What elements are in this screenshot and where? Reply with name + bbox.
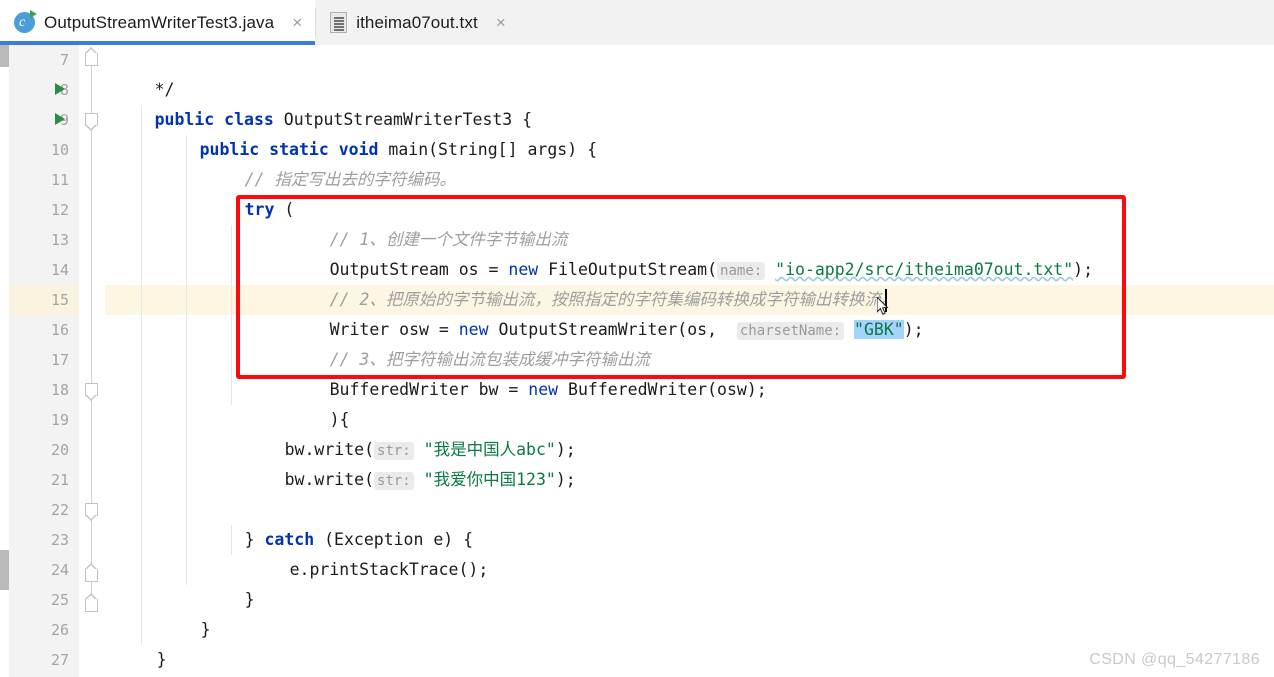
editor-tab-bar: OutputStreamWriterTest3.java × itheima07… xyxy=(0,0,1274,46)
run-gutter-arrow-line-9[interactable] xyxy=(55,113,65,125)
line-number: 13 xyxy=(50,231,69,249)
code-text-area[interactable]: */ public class OutputStreamWriterTest3 … xyxy=(105,45,1274,677)
line-number: 19 xyxy=(50,411,69,429)
line-number: 18 xyxy=(50,381,69,399)
fold-marker-line-24[interactable] xyxy=(85,563,98,582)
code-token: } xyxy=(156,650,167,669)
line-number: 7 xyxy=(59,51,69,69)
code-token: ); xyxy=(1073,260,1094,279)
java-class-icon xyxy=(14,10,37,33)
scroll-marker xyxy=(0,45,9,67)
code-token: BufferedWriter(osw); xyxy=(558,380,767,399)
line-number: 25 xyxy=(50,591,69,609)
line-number: 23 xyxy=(50,531,69,549)
line-number: 22 xyxy=(50,501,69,519)
tab-itheima07out-txt[interactable]: itheima07out.txt × xyxy=(316,0,519,45)
scroll-marker xyxy=(0,550,9,590)
line-number: 17 xyxy=(50,351,69,369)
fold-region-line xyxy=(91,121,92,561)
code-token-keyword: new xyxy=(528,380,559,399)
text-caret xyxy=(885,289,887,312)
line-number: 21 xyxy=(50,471,69,489)
selected-text[interactable]: "GBK" xyxy=(854,320,904,339)
line-number: 12 xyxy=(50,201,69,219)
line-number: 15 xyxy=(50,291,69,309)
parameter-hint-charset-name: charsetName: xyxy=(736,322,845,340)
tab-label: OutputStreamWriterTest3.java xyxy=(44,12,275,32)
watermark-text: CSDN @qq_54277186 xyxy=(1089,651,1260,668)
line-number: 10 xyxy=(50,141,69,159)
line-number: 27 xyxy=(50,651,69,669)
code-token: bw.write( xyxy=(284,470,375,489)
code-token: ); xyxy=(903,320,924,339)
line-number: 20 xyxy=(50,441,69,459)
tab-label: itheima07out.txt xyxy=(356,12,478,32)
code-editor[interactable]: 7 8 9 10 11 12 13 14 15 16 17 18 19 20 2… xyxy=(0,45,1274,677)
code-token: } xyxy=(244,590,255,609)
line-number-gutter: 7 8 9 10 11 12 13 14 15 16 17 18 19 20 2… xyxy=(9,45,79,677)
code-line-23: e.printStackTrace(); xyxy=(230,525,489,615)
line-number: 14 xyxy=(50,261,69,279)
line-number: 11 xyxy=(50,171,69,189)
line-number: 24 xyxy=(50,561,69,579)
fold-marker-line-18[interactable] xyxy=(85,383,98,401)
line-number: 16 xyxy=(50,321,69,339)
tab-close-icon[interactable]: × xyxy=(289,14,305,31)
parameter-hint-str: str: xyxy=(374,472,414,490)
code-token: BufferedWriter bw = xyxy=(329,380,529,399)
line-number: 26 xyxy=(50,621,69,639)
fold-marker-line-25[interactable] xyxy=(85,593,98,612)
fold-marker-line-22[interactable] xyxy=(85,503,98,521)
code-token: } xyxy=(200,620,211,639)
code-token: ); xyxy=(555,470,576,489)
code-token-string: "我爱你中国123" xyxy=(423,470,556,489)
code-token: e.printStackTrace(); xyxy=(289,560,489,579)
run-gutter-arrow-line-8[interactable] xyxy=(55,83,65,95)
text-file-icon xyxy=(330,12,348,33)
code-line-26: } xyxy=(97,615,167,677)
tab-close-icon[interactable]: × xyxy=(493,14,509,31)
fold-region-line xyxy=(91,61,92,117)
tab-output-stream-writer-test3-java[interactable]: OutputStreamWriterTest3.java × xyxy=(0,0,316,45)
